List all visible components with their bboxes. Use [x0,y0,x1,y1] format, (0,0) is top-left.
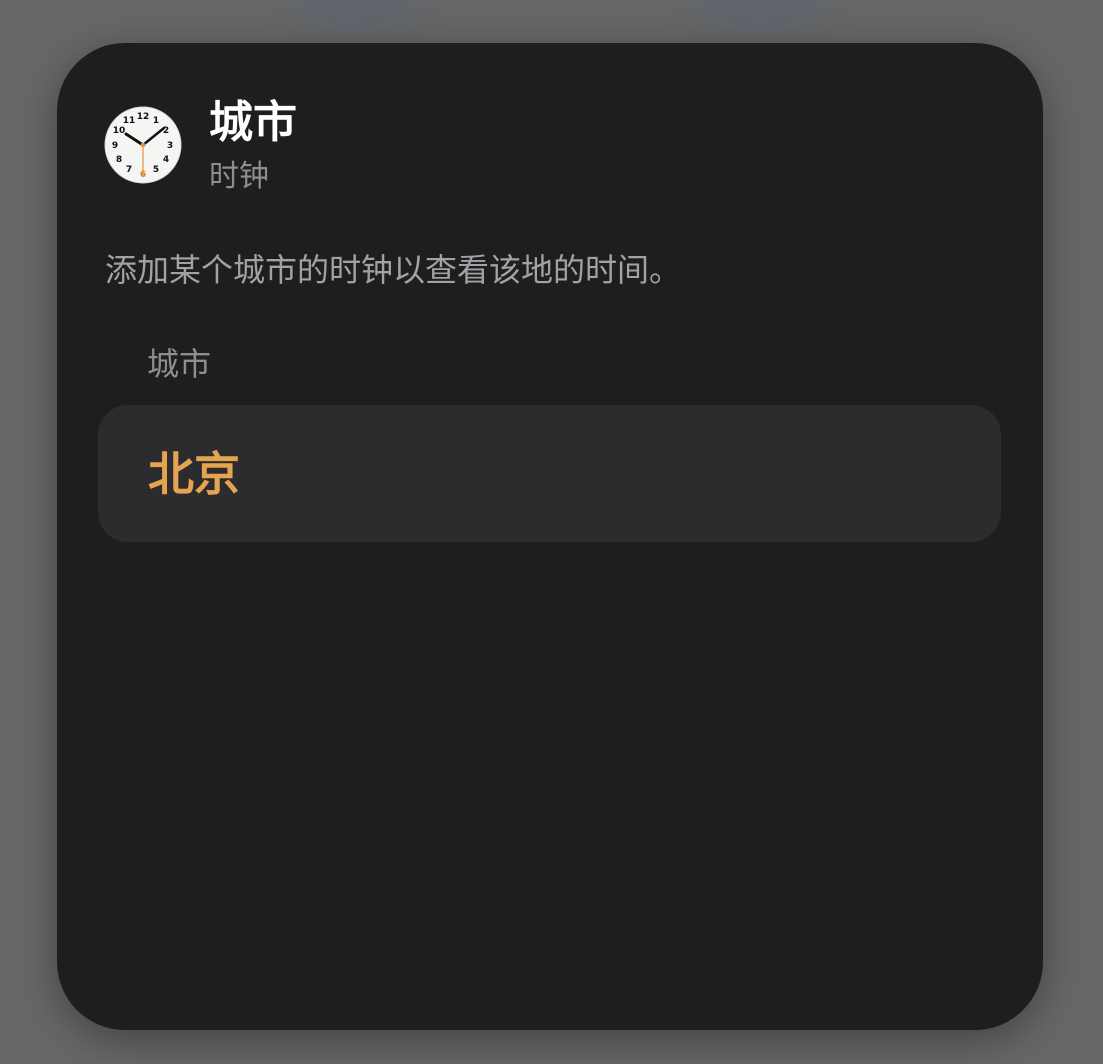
background-blur-blob [690,0,830,30]
clock-number-11: 11 [123,116,136,126]
city-section-label: 城市 [147,345,212,383]
widget-title: 城市 [209,97,297,148]
widget-config-card: 12 1 2 3 4 5 6 7 8 9 10 11 城市 时钟 添加某个城市的… [57,43,1043,1030]
city-selector-row[interactable]: 北京 [98,405,1001,542]
clock-center-pin [140,142,146,148]
app-name: 时钟 [209,159,269,194]
clock-number-10: 10 [113,126,126,136]
clock-number-12: 12 [137,112,150,122]
clock-number-5: 5 [153,165,159,175]
background-blur-blob [290,0,420,30]
city-value[interactable]: 北京 [148,443,240,505]
clock-number-7: 7 [126,165,132,175]
clock-number-4: 4 [163,155,169,165]
clock-number-1: 1 [153,116,159,126]
clock-number-8: 8 [116,155,122,165]
clock-number-3: 3 [167,141,173,151]
widget-description: 添加某个城市的时钟以查看该地的时间。 [105,251,682,289]
clock-number-9: 9 [112,141,118,151]
clock-app-icon: 12 1 2 3 4 5 6 7 8 9 10 11 [103,105,183,185]
